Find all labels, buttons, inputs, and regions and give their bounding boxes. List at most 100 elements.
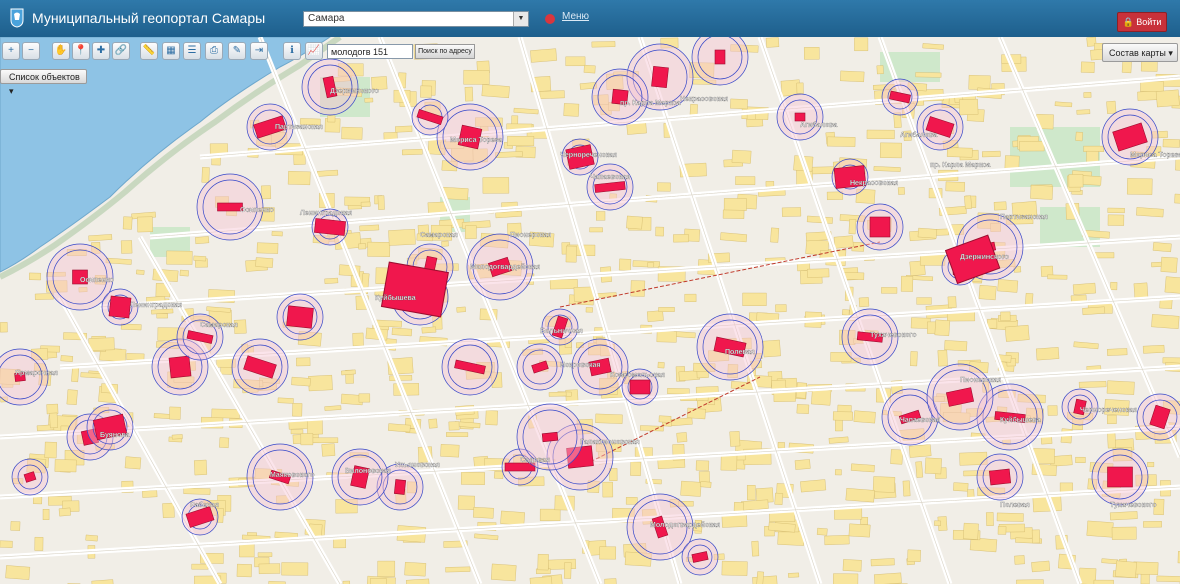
building [775,304,787,313]
object-footprint[interactable] [794,112,806,122]
building [0,322,8,333]
chart-icon[interactable]: 📈 [305,42,323,60]
building [49,412,59,429]
street-label: Молодогвардейская [470,263,540,271]
building [211,408,240,419]
object-footprint[interactable] [108,295,132,319]
building [463,69,490,85]
street-label: Чернореченская [1080,407,1137,414]
street-label: Садовая [520,457,550,464]
building [1031,529,1041,544]
building [258,563,281,575]
measure-icon[interactable]: 📏 [140,42,158,60]
city-select[interactable]: Самара ▼ [303,11,529,27]
building [236,563,252,578]
object-footprint[interactable] [504,462,536,472]
building [985,512,994,526]
table-icon[interactable]: ▦ [162,42,180,60]
building [826,191,844,201]
info-cursor-icon[interactable]: ℹ [283,42,301,60]
building [824,534,850,546]
chevron-down-icon[interactable]: ▼ [513,12,528,26]
menu-link[interactable]: Меню [562,11,589,22]
object-footprint-large[interactable] [380,261,449,318]
building [853,410,876,424]
address-search-input[interactable] [327,44,413,59]
building [1106,414,1117,424]
object-footprint[interactable] [168,355,192,379]
city-select-value: Самара [308,13,345,24]
building [1082,306,1106,316]
building [1109,511,1138,521]
object-footprint[interactable] [217,202,243,212]
street-label: Комсомольская [610,372,665,379]
building [321,443,336,457]
building [722,209,745,219]
building [721,514,748,528]
marker-icon[interactable]: 📍 [72,42,90,60]
building [730,98,748,110]
link-icon[interactable]: 🔗 [112,42,130,60]
building [324,277,339,284]
pan-hand-icon[interactable]: ✋ [52,42,70,60]
street-label: Ленинградская [300,210,352,217]
building [720,454,738,471]
building [848,523,871,538]
object-footprint[interactable] [714,49,726,65]
object-footprint[interactable] [1107,466,1133,488]
building [537,553,549,571]
street-label: Вилоновская [345,468,391,475]
print-icon[interactable]: ⎙ [205,42,223,60]
building [261,185,272,200]
building [1107,214,1125,226]
address-search-button[interactable]: Поиск по адресу [415,44,475,59]
login-label: Войти [1136,17,1162,27]
building [317,169,339,177]
login-button[interactable]: 🔒 Войти [1117,12,1167,32]
building [686,407,706,420]
object-footprint[interactable] [869,216,891,238]
building [866,129,895,139]
add-marker-icon[interactable]: ✚ [92,42,110,60]
building [71,367,80,383]
object-footprint[interactable] [314,218,346,236]
building [781,207,802,217]
object-footprint[interactable] [629,379,651,395]
pencil-icon[interactable]: ✎ [228,42,246,60]
zoom-out-icon[interactable]: − [22,42,40,60]
object-footprint[interactable] [393,479,407,495]
building [191,563,209,570]
street-label: Мориса Тореза [450,137,502,144]
building [934,520,942,526]
building [646,310,664,322]
building [448,421,460,431]
building [583,64,596,74]
building [827,136,856,147]
building [658,307,675,312]
menu-icon[interactable] [545,14,555,24]
object-footprint[interactable] [988,468,1012,486]
building [1004,324,1030,342]
building [917,227,938,239]
object-footprint[interactable] [651,65,669,89]
building [752,575,778,584]
building [618,258,632,271]
map-canvas[interactable]: Осипенко Ленинградская Самарская Молодогвар… [0,37,1180,584]
building [1106,380,1135,395]
building [953,482,969,492]
object-footprint[interactable] [286,305,314,329]
map-layers-button[interactable]: Состав карты ▾ [1102,43,1178,62]
object-footprint[interactable] [541,431,559,443]
building [1072,282,1096,295]
zoom-in-icon[interactable]: + [2,42,20,60]
objects-list-button[interactable]: Список объектов ▾ [0,69,87,96]
building [630,461,642,477]
building [897,187,905,195]
building [946,147,973,158]
building [794,459,811,470]
street-label: Ярмарочная [15,370,58,377]
legend-icon[interactable]: ☰ [183,42,201,60]
street-label: Молодогвардейская [650,521,720,529]
building [490,563,517,582]
export-icon[interactable]: ⇥ [250,42,268,60]
